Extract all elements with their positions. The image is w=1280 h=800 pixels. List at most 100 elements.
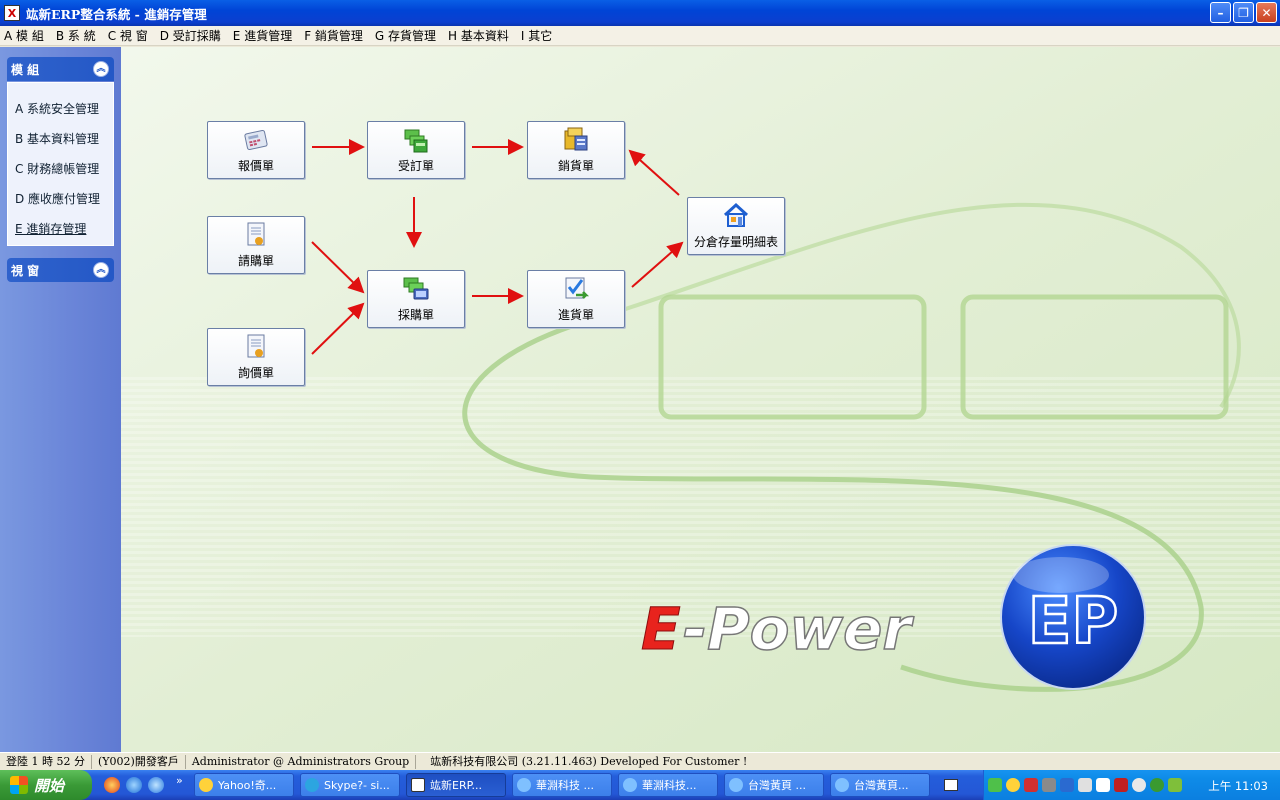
- system-tray: 上午 11:03: [983, 770, 1280, 800]
- module-inventory-sales[interactable]: E 進銷存管理: [15, 220, 86, 237]
- tray-wifi-icon[interactable]: [1132, 778, 1146, 792]
- document-icon: [242, 333, 270, 361]
- tray-smiley-icon[interactable]: [1006, 778, 1020, 792]
- task-label: Skype?- si...: [324, 778, 390, 792]
- money-computer-icon: [402, 275, 430, 303]
- sales-invoice-button[interactable]: 銷貨單: [527, 121, 625, 179]
- brand-e: E: [641, 595, 681, 663]
- current-user: Administrator @ Administrators Group: [186, 754, 417, 769]
- brand-power: -Power: [683, 595, 914, 663]
- task-browser-2[interactable]: 華淵科技...: [618, 773, 718, 797]
- skype-icon: [305, 778, 319, 792]
- ie-quicklaunch-icon[interactable]: [148, 777, 164, 793]
- purchase-order-button[interactable]: 採購單: [367, 270, 465, 328]
- workspace: EP E -Power 報價單 受訂單 銷貨單 請購單 採購單 進貨單 詢價單 …: [121, 47, 1280, 752]
- purchase-order-label: 採購單: [397, 308, 434, 322]
- ie-quicklaunch-icon[interactable]: [126, 777, 142, 793]
- checkmark-document-icon: [562, 275, 590, 303]
- tray-monitor-icon[interactable]: [1060, 778, 1074, 792]
- clock: 上午 11:03: [1208, 779, 1268, 793]
- menu-sales[interactable]: F 銷貨管理: [304, 27, 363, 44]
- sales-order-label: 受訂單: [397, 159, 434, 173]
- menu-window[interactable]: C 視 窗: [108, 27, 148, 44]
- task-erp[interactable]: 竑新ERP...: [406, 773, 506, 797]
- tray-sync-icon[interactable]: [1150, 778, 1164, 792]
- menu-receiving[interactable]: E 進貨管理: [233, 27, 292, 44]
- modules-panel: A 系統安全管理 B 基本資料管理 C 財務總帳管理 D 應收應付管理 E 進銷…: [7, 82, 114, 246]
- task-browser-4[interactable]: 台灣黃頁...: [830, 773, 930, 797]
- start-button[interactable]: 開始: [0, 770, 92, 800]
- browser-quicklaunch-icon[interactable]: [104, 777, 120, 793]
- window-controls: – ❐ ✕: [1210, 2, 1277, 23]
- tray-update-icon[interactable]: [1168, 778, 1182, 792]
- menu-other[interactable]: I 其它: [521, 27, 552, 44]
- app-icon[interactable]: X: [4, 5, 20, 21]
- task-browser-1[interactable]: 華淵科技 ...: [512, 773, 612, 797]
- ie-icon: [729, 778, 743, 792]
- menu-master-data[interactable]: H 基本資料: [448, 27, 509, 44]
- login-time: 登陸 1 時 52 分: [0, 754, 92, 769]
- calculator-icon: [242, 126, 270, 154]
- ie-icon: [517, 778, 531, 792]
- menu-inventory[interactable]: G 存貨管理: [375, 27, 436, 44]
- module-master-data[interactable]: B 基本資料管理: [15, 130, 99, 147]
- taskbar: 開始 » Yahoo!奇... Skype?- si... 竑新ERP... 華…: [0, 770, 1280, 800]
- money-box-icon: [402, 126, 430, 154]
- ie-icon: [623, 778, 637, 792]
- tray-settings-icon[interactable]: [1096, 778, 1110, 792]
- smiley-icon: [199, 778, 213, 792]
- sales-order-button[interactable]: 受訂單: [367, 121, 465, 179]
- window-panel-title: 視 窗: [11, 263, 40, 278]
- company-version: 竑新科技有限公司 (3.21.11.463) Developed For Cus…: [430, 754, 748, 768]
- warehouse-stock-report-label: 分倉存量明細表: [693, 235, 778, 249]
- ep-badge: EP: [1028, 585, 1119, 659]
- goods-receipt-label: 進貨單: [557, 308, 594, 322]
- module-security[interactable]: A 系統安全管理: [15, 100, 99, 117]
- sidebar: 模 組 ︽ A 系統安全管理 B 基本資料管理 C 財務總帳管理 D 應收應付管…: [0, 47, 121, 752]
- tray-shield-icon[interactable]: [1024, 778, 1038, 792]
- keyboard-icon[interactable]: [944, 779, 958, 791]
- task-label: 華淵科技 ...: [536, 779, 594, 792]
- document-icon: [242, 221, 270, 249]
- minimize-button[interactable]: –: [1210, 2, 1231, 23]
- client-name: (Y002)開發客戶: [92, 754, 186, 769]
- task-yahoo[interactable]: Yahoo!奇...: [194, 773, 294, 797]
- module-receivable-payable[interactable]: D 應收應付管理: [15, 190, 100, 207]
- menu-modules[interactable]: A 模 組: [4, 27, 44, 44]
- task-label: 竑新ERP...: [430, 779, 483, 792]
- warehouse-icon: [722, 202, 750, 230]
- task-skype[interactable]: Skype?- si...: [300, 773, 400, 797]
- modules-panel-header[interactable]: 模 組 ︽: [7, 57, 114, 81]
- close-button[interactable]: ✕: [1256, 2, 1277, 23]
- cabinet-icon: [562, 126, 590, 154]
- tray-ati-icon[interactable]: [1114, 778, 1128, 792]
- quote-button[interactable]: 報價單: [207, 121, 305, 179]
- task-browser-3[interactable]: 台灣黃頁 ...: [724, 773, 824, 797]
- collapse-icon[interactable]: ︽: [93, 61, 109, 77]
- inquiry-button[interactable]: 詢價單: [207, 328, 305, 386]
- goods-receipt-button[interactable]: 進貨單: [527, 270, 625, 328]
- tray-network-icon[interactable]: [1042, 778, 1056, 792]
- requisition-button[interactable]: 請購單: [207, 216, 305, 274]
- task-label: 台灣黃頁 ...: [748, 779, 806, 792]
- sales-invoice-label: 銷貨單: [557, 159, 594, 173]
- quote-label: 報價單: [237, 159, 274, 173]
- tray-app-icon[interactable]: [988, 778, 1002, 792]
- requisition-label: 請購單: [237, 254, 274, 268]
- task-label: 台灣黃頁...: [854, 779, 909, 792]
- menu-bar: A 模 組 B 系 統 C 視 窗 D 受訂採購 E 進貨管理 F 銷貨管理 G…: [0, 26, 1280, 46]
- task-label: Yahoo!奇...: [218, 779, 277, 792]
- window-panel-header[interactable]: 視 窗 ︽: [7, 258, 114, 282]
- quicklaunch-more-icon[interactable]: »: [176, 774, 183, 787]
- windows-logo-icon: [10, 776, 28, 794]
- warehouse-stock-report-button[interactable]: 分倉存量明細表: [687, 197, 785, 255]
- ie-icon: [835, 778, 849, 792]
- window-title: 竑新ERP整合系統 - 進銷存管理: [26, 6, 207, 22]
- status-bar: 登陸 1 時 52 分 (Y002)開發客戶 Administrator @ A…: [0, 752, 1280, 770]
- collapse-icon[interactable]: ︽: [93, 262, 109, 278]
- tray-device-icon[interactable]: [1078, 778, 1092, 792]
- menu-order-purchase[interactable]: D 受訂採購: [160, 27, 221, 44]
- menu-system[interactable]: B 系 統: [56, 27, 96, 44]
- module-general-ledger[interactable]: C 財務總帳管理: [15, 160, 99, 177]
- restore-button[interactable]: ❐: [1233, 2, 1254, 23]
